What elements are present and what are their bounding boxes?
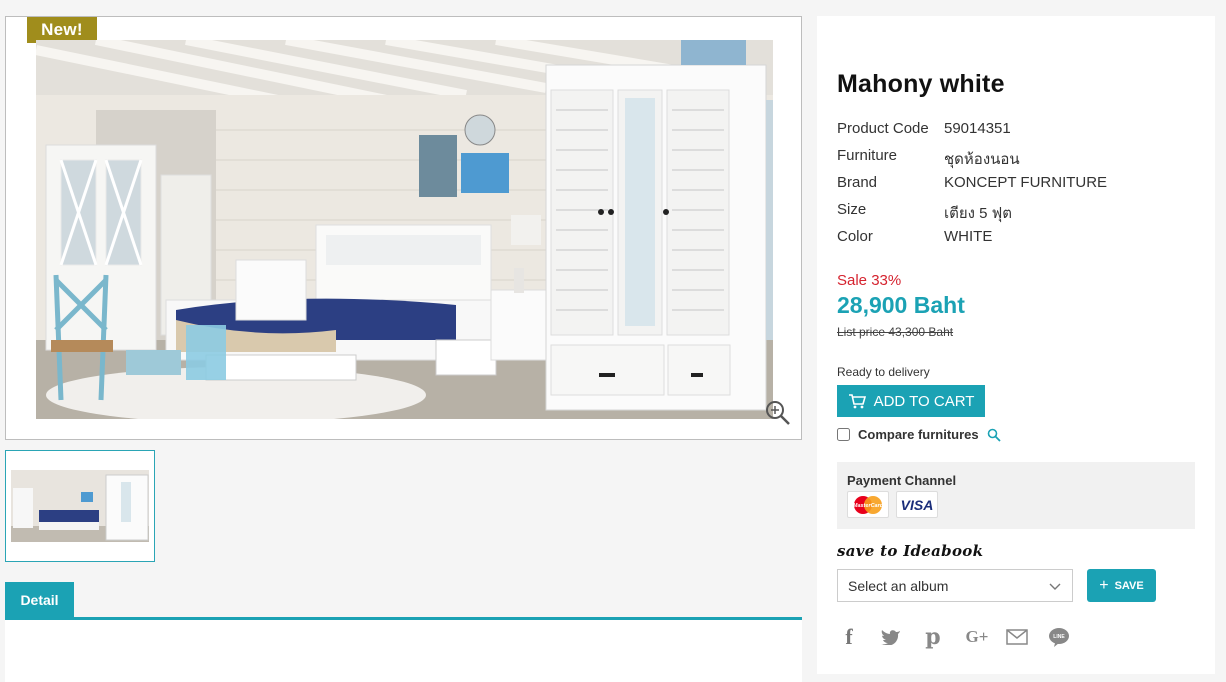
compare-toggle[interactable]: Compare furnitures xyxy=(837,427,1001,442)
spec-label: Product Code xyxy=(837,120,929,137)
ideabook-title: save to Ideabook xyxy=(837,542,984,560)
list-price: List price 43,300 Baht xyxy=(837,325,954,339)
search-icon[interactable] xyxy=(987,428,1001,442)
payment-channel: Payment Channel MasterCard VISA xyxy=(837,462,1195,529)
twitter-icon[interactable] xyxy=(879,626,903,648)
svg-text:LINE: LINE xyxy=(1053,634,1065,640)
pinterest-icon[interactable]: p xyxy=(921,624,945,650)
detail-tabs: Detail xyxy=(5,582,802,682)
availability-status: Ready to delivery xyxy=(837,365,930,379)
add-to-cart-button[interactable]: ADD TO CART xyxy=(837,385,985,417)
cart-icon xyxy=(848,394,866,409)
spec-value: KONCEPT FURNITURE xyxy=(944,174,1108,191)
add-to-cart-label: ADD TO CART xyxy=(873,392,975,410)
spec-label: Brand xyxy=(837,174,878,191)
zoom-icon[interactable] xyxy=(764,399,792,427)
plus-icon: + xyxy=(1099,576,1109,594)
thumbnail-image[interactable] xyxy=(5,450,155,562)
save-label: SAVE xyxy=(1114,579,1144,592)
visa-text: VISA xyxy=(900,496,934,513)
product-gallery: New! xyxy=(5,16,802,440)
facebook-icon[interactable]: f xyxy=(837,624,861,649)
sale-price: 28,900 Baht xyxy=(837,292,965,318)
compare-label: Compare furnitures xyxy=(858,427,979,442)
product-title: Mahony white xyxy=(837,70,1005,98)
spec-value: ชุดห้องนอน xyxy=(944,151,1020,168)
save-ideabook-button[interactable]: + SAVE xyxy=(1087,569,1156,602)
spec-label: Color xyxy=(837,228,873,245)
compare-checkbox[interactable] xyxy=(837,428,850,441)
mastercard-text: MasterCard xyxy=(853,503,884,509)
line-icon[interactable]: LINE xyxy=(1047,626,1071,648)
chevron-down-icon xyxy=(1049,583,1061,590)
email-icon[interactable] xyxy=(1005,626,1029,648)
product-info-panel: Mahony white Product Code 59014351 Furni… xyxy=(817,16,1215,674)
payment-title: Payment Channel xyxy=(847,473,957,488)
visa-icon: VISA xyxy=(896,491,938,518)
mastercard-icon: MasterCard xyxy=(847,491,889,518)
spec-value: 59014351 xyxy=(944,120,1011,137)
tab-detail[interactable]: Detail xyxy=(5,582,74,617)
spec-value: WHITE xyxy=(944,228,993,245)
google-plus-icon[interactable]: G+ xyxy=(963,626,991,648)
sale-percent: Sale 33% xyxy=(837,272,902,289)
album-select-value: Select an album xyxy=(848,577,949,594)
tab-content xyxy=(5,620,802,682)
album-select[interactable]: Select an album xyxy=(837,569,1073,602)
spec-label: Furniture xyxy=(837,147,898,164)
spec-value: เตียง 5 ฟุต xyxy=(944,205,1013,222)
main-product-image[interactable] xyxy=(36,40,773,419)
spec-label: Size xyxy=(837,201,867,218)
